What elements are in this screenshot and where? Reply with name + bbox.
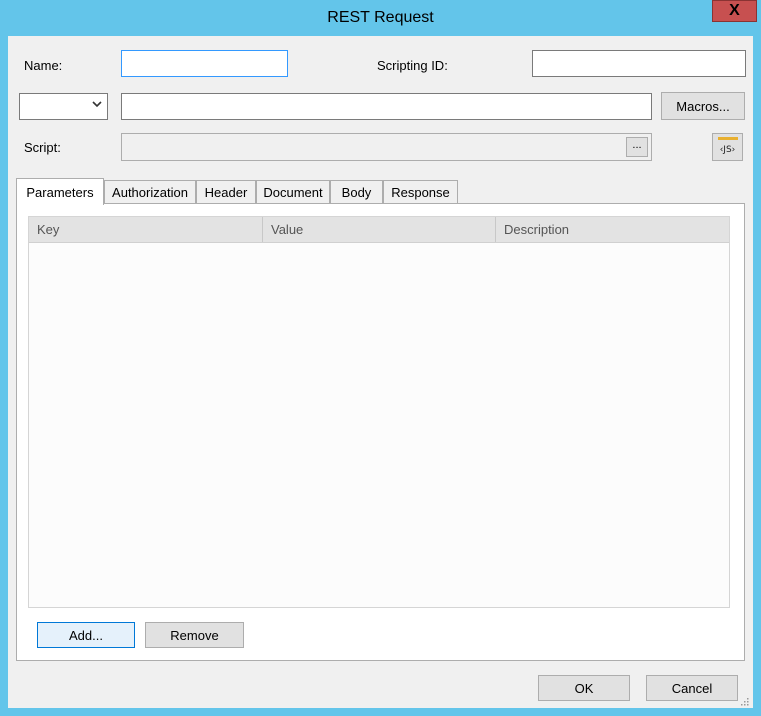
add-button[interactable]: Add... [37,622,135,648]
scripting-id-label: Scripting ID: [377,58,448,73]
javascript-icon-label: ‹JS› [719,145,736,155]
list-header: Key Value Description [29,217,729,243]
window-title: REST Request [327,9,434,26]
cancel-button[interactable]: Cancel [646,675,738,701]
tab-response[interactable]: Response [383,180,458,203]
resize-grip-icon[interactable] [739,694,749,706]
tab-document[interactable]: Document [256,180,330,203]
close-icon: X [729,2,740,19]
tab-header[interactable]: Header [196,180,256,203]
close-button[interactable]: X [712,0,757,22]
dialog-client-area: Name: Scripting ID: Macros... Script: ..… [8,36,753,708]
javascript-icon [718,137,738,140]
name-label: Name: [24,58,63,73]
http-method-select[interactable] [19,93,108,120]
javascript-button[interactable]: ‹JS› [712,133,743,161]
title-bar[interactable]: REST Request X [0,0,761,36]
parameters-list[interactable]: Key Value Description [28,216,730,608]
scripting-id-input[interactable] [532,50,746,77]
column-key[interactable]: Key [29,217,263,242]
rest-request-dialog: REST Request X Name: Scripting ID: Macro… [0,0,761,716]
tab-parameters[interactable]: Parameters [16,178,104,205]
macros-button[interactable]: Macros... [661,92,745,120]
column-value[interactable]: Value [263,217,496,242]
script-browse-button[interactable]: ... [626,137,648,157]
name-input[interactable] [121,50,288,77]
column-description[interactable]: Description [496,217,729,242]
parameters-panel: Key Value Description Add... Remove [16,203,745,661]
tab-body[interactable]: Body [330,180,383,203]
script-label: Script: [24,140,61,155]
script-input[interactable] [121,133,652,161]
ok-button[interactable]: OK [538,675,630,701]
url-input[interactable] [121,93,652,120]
tab-authorization[interactable]: Authorization [104,180,196,203]
chevron-down-icon [91,98,103,113]
remove-button[interactable]: Remove [145,622,244,648]
